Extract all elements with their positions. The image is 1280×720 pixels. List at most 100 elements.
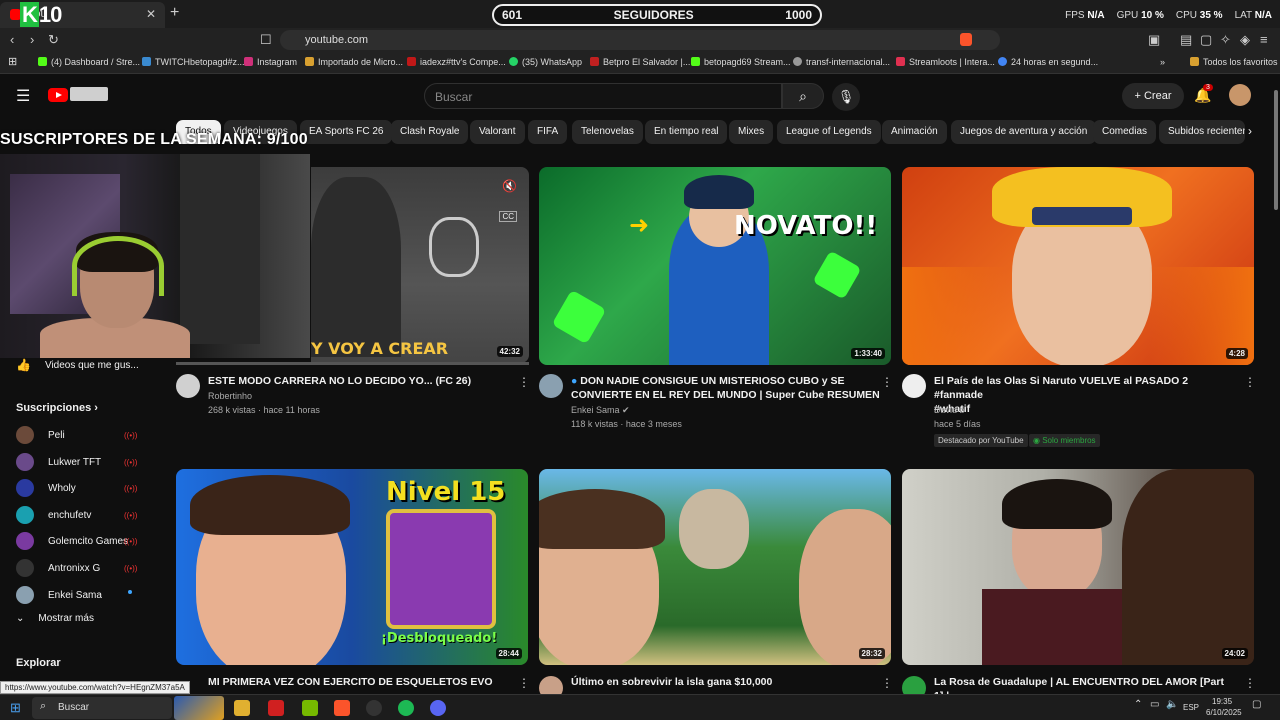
menu-icon[interactable]: ≡ xyxy=(1260,32,1268,47)
video-thumbnail[interactable]: Y VOY A CREAR 🔇 CC 42:32 xyxy=(311,167,529,363)
address-bar[interactable]: youtube.com xyxy=(280,30,1000,50)
chip[interactable]: Animación xyxy=(882,120,947,144)
brave-shield-icon[interactable] xyxy=(960,33,972,46)
widgets-icon[interactable] xyxy=(174,696,224,720)
channel-name[interactable]: Enkei Sama ✔ xyxy=(571,403,630,417)
bookmark-item[interactable]: Importado de Micro... xyxy=(305,57,403,67)
reload-icon[interactable]: ↻ xyxy=(48,32,59,48)
scrollbar-thumb[interactable] xyxy=(1274,90,1278,210)
acrobat-icon[interactable] xyxy=(268,700,284,716)
video-title[interactable]: El País de las Olas Si Naruto VUELVE al … xyxy=(934,374,1234,416)
search-button[interactable]: ⌕ xyxy=(782,83,824,109)
network-icon[interactable]: ▭ xyxy=(1150,699,1159,710)
youtube-wordmark[interactable] xyxy=(70,87,108,101)
mute-icon[interactable]: 🔇 xyxy=(502,179,517,193)
chip[interactable]: Mixes xyxy=(729,120,774,144)
bookmark-item[interactable]: iadexz#ttv's Compe... xyxy=(407,57,506,67)
chips-next-icon[interactable]: › xyxy=(1248,124,1252,138)
notifications-icon[interactable]: ▢ xyxy=(1252,699,1261,710)
bookmark-item[interactable]: TWITCHbetopagd#z... xyxy=(142,57,245,67)
create-button[interactable]: + Crear xyxy=(1122,83,1184,109)
volume-icon[interactable]: 🔈 xyxy=(1166,699,1178,710)
discord-icon[interactable] xyxy=(430,700,446,716)
windows-start-icon[interactable]: ⊞ xyxy=(10,700,21,716)
bookmark-item[interactable]: betopagd69 Stream... xyxy=(691,57,791,67)
clock-time[interactable]: 19:35 xyxy=(1212,697,1232,706)
bookmark-item[interactable]: (35) WhatsApp xyxy=(509,57,582,67)
close-tab-icon[interactable]: ✕ xyxy=(146,7,156,21)
user-avatar[interactable] xyxy=(1229,84,1251,106)
sidebar-item-sub[interactable]: Enkei Sama xyxy=(16,586,102,604)
bookmark-item[interactable]: Betpro El Salvador |... xyxy=(590,57,690,67)
more-options-icon[interactable]: ⋮ xyxy=(1244,375,1256,389)
favorites-folder[interactable]: Todos los favoritos xyxy=(1190,57,1278,67)
apps-icon[interactable]: ⊞ xyxy=(8,55,17,68)
bookmark-icon[interactable]: ☐ xyxy=(260,32,272,48)
video-title[interactable]: ESTE MODO CARRERA NO LO DECIDO YO... (FC… xyxy=(208,374,508,388)
video-thumbnail[interactable]: Nivel 15 ¡Desbloqueado! 28:44 xyxy=(176,469,528,665)
screenshot-icon[interactable]: ▣ xyxy=(1148,32,1160,48)
youtube-logo-icon[interactable] xyxy=(48,88,68,102)
tray-chevron-icon[interactable]: ⌃ xyxy=(1134,699,1142,710)
more-options-icon[interactable]: ⋮ xyxy=(881,676,893,690)
more-options-icon[interactable]: ⋮ xyxy=(518,676,530,690)
video-thumbnail[interactable]: 4:28 xyxy=(902,167,1254,365)
obs-icon[interactable] xyxy=(366,700,382,716)
more-options-icon[interactable]: ⋮ xyxy=(881,375,893,389)
sidebar-item-liked[interactable]: 👍 Videos que me gus... xyxy=(16,358,139,372)
nvidia-icon[interactable] xyxy=(302,700,318,716)
chip[interactable]: Comedias xyxy=(1093,120,1157,144)
page-scrollbar[interactable] xyxy=(1272,80,1280,690)
channel-name[interactable]: David b xyxy=(934,403,965,417)
bookmark-item[interactable]: Instagram xyxy=(244,57,297,67)
sidebar-item-sub[interactable]: Antronixx G xyxy=(16,559,100,577)
more-options-icon[interactable]: ⋮ xyxy=(1244,676,1256,690)
bookmark-item[interactable]: (4) Dashboard / Stre... xyxy=(38,57,140,67)
captions-icon[interactable]: CC xyxy=(499,211,517,222)
vpn-icon[interactable]: ◈ xyxy=(1240,32,1250,48)
sidebar-item-sub[interactable]: Peli xyxy=(16,426,65,444)
more-options-icon[interactable]: ⋮ xyxy=(518,375,530,389)
bookmark-item[interactable]: 24 horas en segund... xyxy=(998,57,1098,67)
sidebar-item-sub[interactable]: Golemcito Games xyxy=(16,532,128,550)
chip[interactable]: FIFA xyxy=(528,120,568,144)
wallet-icon[interactable]: ▢ xyxy=(1200,32,1212,48)
clock-date[interactable]: 6/10/2025 xyxy=(1206,708,1242,717)
sidebar-icon[interactable]: ▤ xyxy=(1180,32,1192,48)
language-indicator[interactable]: ESP xyxy=(1183,703,1199,712)
search-input[interactable]: Buscar xyxy=(424,83,782,109)
channel-name[interactable]: Robertinho xyxy=(208,389,252,403)
chip[interactable]: Telenovelas xyxy=(572,120,643,144)
voice-search-icon[interactable]: 🎙 xyxy=(832,83,860,111)
taskbar-search[interactable]: ⌕ Buscar xyxy=(32,697,172,719)
show-more-button[interactable]: ⌄ Mostrar más xyxy=(16,613,94,624)
chip[interactable]: Clash Royale xyxy=(391,120,469,144)
channel-avatar[interactable] xyxy=(539,374,563,398)
more-bookmarks-icon[interactable]: » xyxy=(1160,57,1165,67)
chip[interactable]: Juegos de aventura y acción xyxy=(951,120,1097,144)
chip[interactable]: EA Sports FC 26 xyxy=(300,120,393,144)
video-title[interactable]: Último en sobrevivir la isla gana $10,00… xyxy=(571,675,871,689)
brave-icon[interactable] xyxy=(334,700,350,716)
channel-avatar[interactable] xyxy=(902,374,926,398)
chip[interactable]: Subidos recientem xyxy=(1159,120,1245,144)
bookmark-item[interactable]: Streamloots | Intera... xyxy=(896,57,995,67)
back-icon[interactable]: ‹ xyxy=(10,32,14,47)
video-thumbnail[interactable]: 24:02 xyxy=(902,469,1254,665)
hamburger-menu-icon[interactable]: ☰ xyxy=(16,86,30,106)
new-tab-icon[interactable]: + xyxy=(170,4,179,22)
chip[interactable]: Valorant xyxy=(470,120,525,144)
bookmark-item[interactable]: transf-internacional... xyxy=(793,57,890,67)
chip[interactable]: League of Legends xyxy=(777,120,881,144)
video-title[interactable]: MI PRIMERA VEZ CON EJERCITO DE ESQUELETO… xyxy=(208,675,508,689)
sidebar-item-sub[interactable]: enchufetv xyxy=(16,506,91,524)
sidebar-item-sub[interactable]: Wholy xyxy=(16,479,76,497)
spotify-icon[interactable] xyxy=(398,700,414,716)
video-title[interactable]: ● DON NADIE CONSIGUE UN MISTERIOSO CUBO … xyxy=(571,374,881,402)
sidebar-item-sub[interactable]: Lukwer TFT xyxy=(16,453,101,471)
chip[interactable]: En tiempo real xyxy=(645,120,728,144)
file-explorer-icon[interactable] xyxy=(234,700,250,716)
video-thumbnail[interactable]: NOVATO!! ➜ 1:33:40 xyxy=(539,167,891,365)
video-thumbnail[interactable]: 28:32 xyxy=(539,469,891,665)
forward-icon[interactable]: › xyxy=(30,32,34,47)
